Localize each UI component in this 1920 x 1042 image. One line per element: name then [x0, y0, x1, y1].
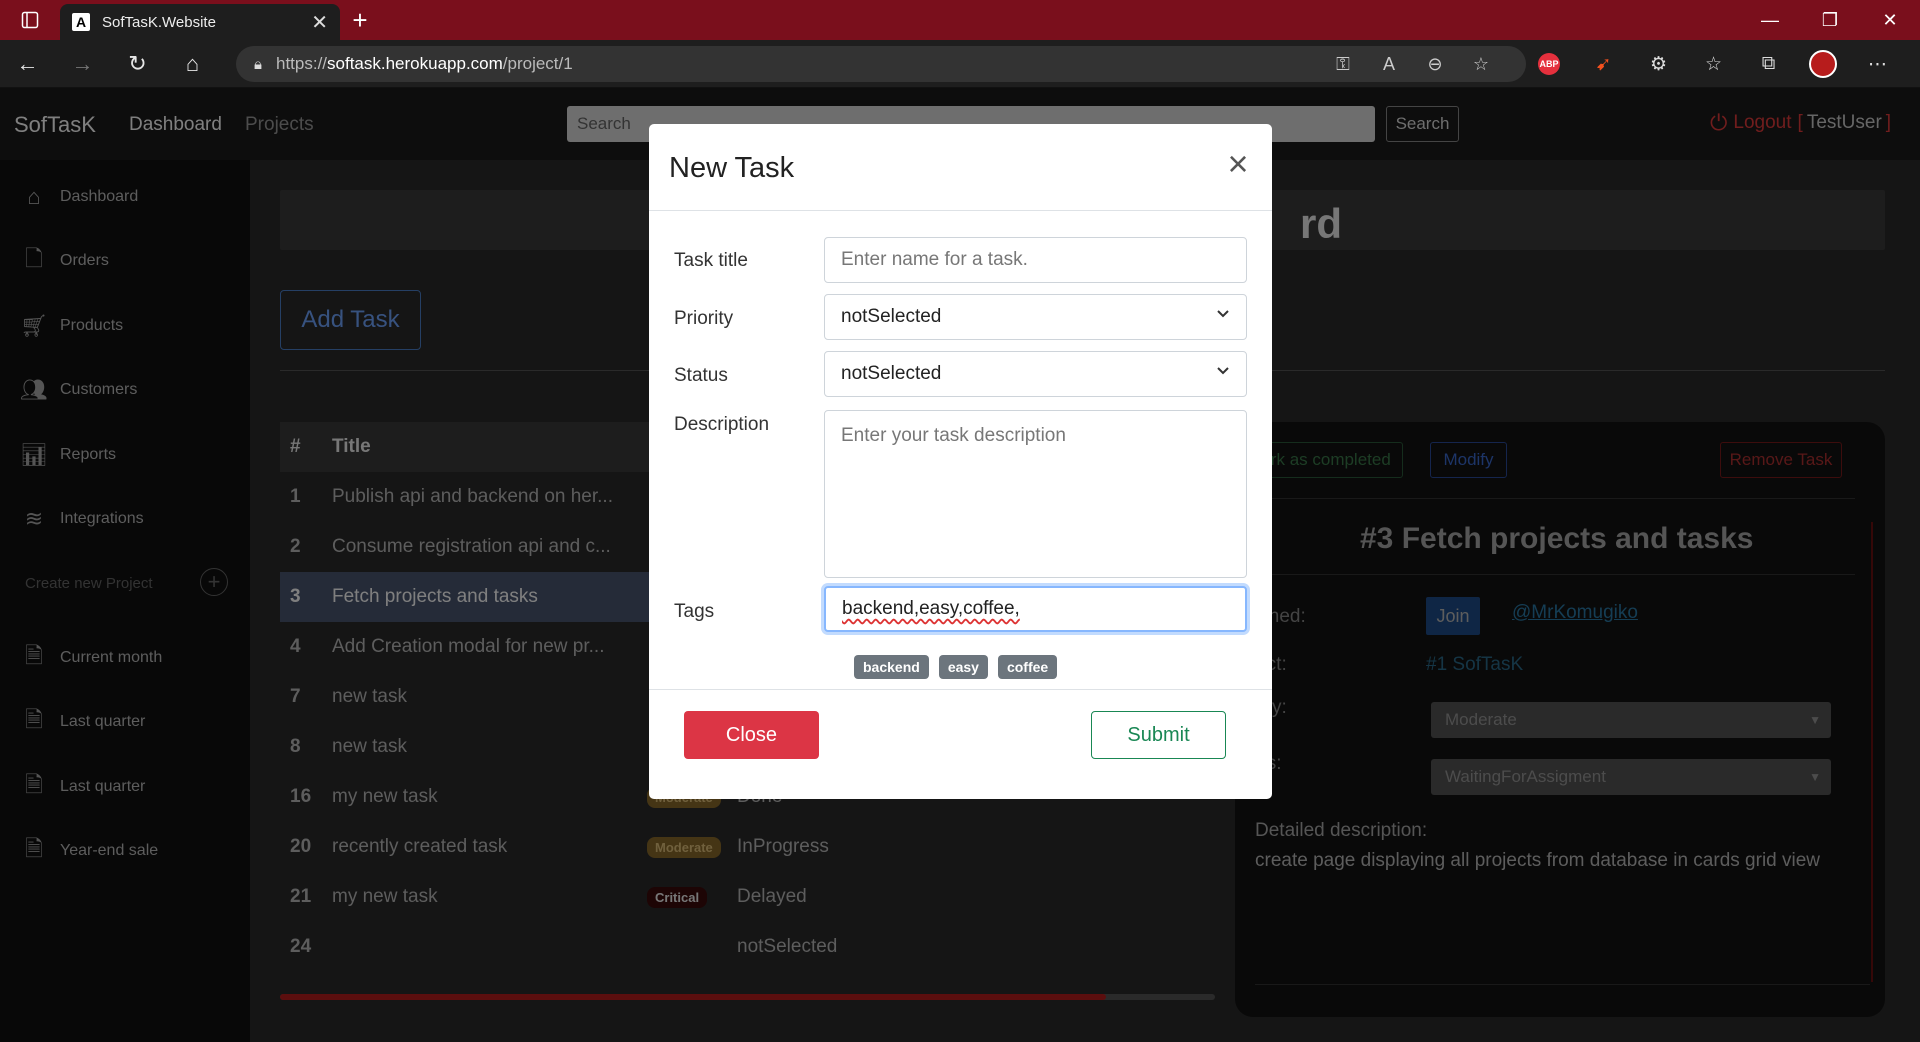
status-label: Status	[674, 365, 728, 386]
submit-button[interactable]: Submit	[1091, 711, 1226, 759]
restore-icon[interactable]: ❐	[1800, 0, 1860, 40]
address-bar-icons: ⚿ A ⊖ ☆	[1320, 40, 1504, 88]
priority-value: notSelected	[841, 306, 942, 327]
priority-select[interactable]: notSelected	[824, 294, 1247, 340]
browser-tab[interactable]: A SofTasK.Website ✕	[60, 4, 340, 40]
site-favicon-icon: A	[72, 13, 90, 31]
extension-icons: ABP ➹ ⚙ ☆ ⧉ ⋯	[1522, 40, 1905, 88]
divider	[649, 689, 1272, 690]
close-icon[interactable]: ×	[1221, 146, 1255, 183]
tab-close-icon[interactable]: ✕	[311, 10, 328, 35]
tags-input[interactable]: backend,easy,coffee,	[824, 586, 1247, 632]
back-icon[interactable]: ←	[0, 40, 55, 88]
new-tab-button[interactable]: +	[340, 0, 380, 40]
tags-label: Tags	[674, 601, 715, 622]
modal-title: New Task	[669, 152, 795, 184]
close-window-icon[interactable]: ✕	[1860, 0, 1920, 40]
status-value: notSelected	[841, 363, 942, 384]
tag-chip: backend	[854, 655, 929, 679]
task-title-input[interactable]: Enter name for a task.	[824, 237, 1247, 283]
url-host: softask.herokuapp.com	[327, 54, 503, 73]
tag-chip: coffee	[997, 655, 1058, 679]
divider	[649, 210, 1272, 211]
lock-icon: 🔒︎	[254, 55, 262, 73]
minimize-icon[interactable]: —	[1740, 0, 1800, 40]
tags-value: backend,easy,coffee,	[842, 598, 1020, 619]
browser-tab-bar: A SofTasK.Website ✕ + — ❐ ✕	[0, 0, 1920, 40]
tab-title: SofTasK.Website	[102, 13, 216, 31]
url-prefix: https://	[275, 54, 328, 73]
more-icon[interactable]: ⋯	[1850, 53, 1905, 76]
swift-icon[interactable]: ➹	[1576, 53, 1631, 76]
favorites-icon[interactable]: ☆	[1686, 53, 1741, 76]
task-title-label: Task title	[674, 250, 748, 271]
browser-toolbar: ← → ↻ ⌂ 🔒︎ https://softask.herokuapp.com…	[0, 40, 1920, 88]
tab-actions-icon[interactable]	[0, 0, 60, 40]
adblock-icon[interactable]: ABP	[1538, 53, 1560, 75]
extensions-icon[interactable]: ⚙	[1631, 53, 1686, 76]
window-controls: — ❐ ✕	[1740, 0, 1920, 40]
collections-icon[interactable]: ⧉	[1741, 53, 1796, 75]
priority-label: Priority	[674, 308, 734, 329]
favorite-add-icon[interactable]: ☆	[1458, 54, 1504, 75]
home-icon[interactable]: ⌂	[165, 40, 220, 88]
zoom-icon[interactable]: ⊖	[1412, 54, 1458, 75]
description-label: Description	[674, 414, 770, 435]
new-task-modal: New Task × Task title Enter name for a t…	[649, 124, 1272, 799]
tag-chips: backend easy coffee	[854, 655, 1058, 679]
status-select[interactable]: notSelected	[824, 351, 1247, 397]
chevron-down-icon	[1217, 310, 1229, 318]
description-textarea[interactable]: Enter your task description	[824, 410, 1247, 578]
forward-icon[interactable]: →	[55, 40, 110, 88]
refresh-icon[interactable]: ↻	[110, 40, 165, 88]
key-icon[interactable]: ⚿	[1320, 54, 1366, 75]
tag-chip: easy	[938, 655, 988, 679]
chevron-down-icon	[1217, 367, 1229, 375]
close-button[interactable]: Close	[684, 711, 819, 759]
url-path: /project/1	[502, 54, 573, 73]
read-aloud-icon[interactable]: A	[1366, 54, 1412, 75]
profile-avatar[interactable]	[1809, 50, 1837, 78]
